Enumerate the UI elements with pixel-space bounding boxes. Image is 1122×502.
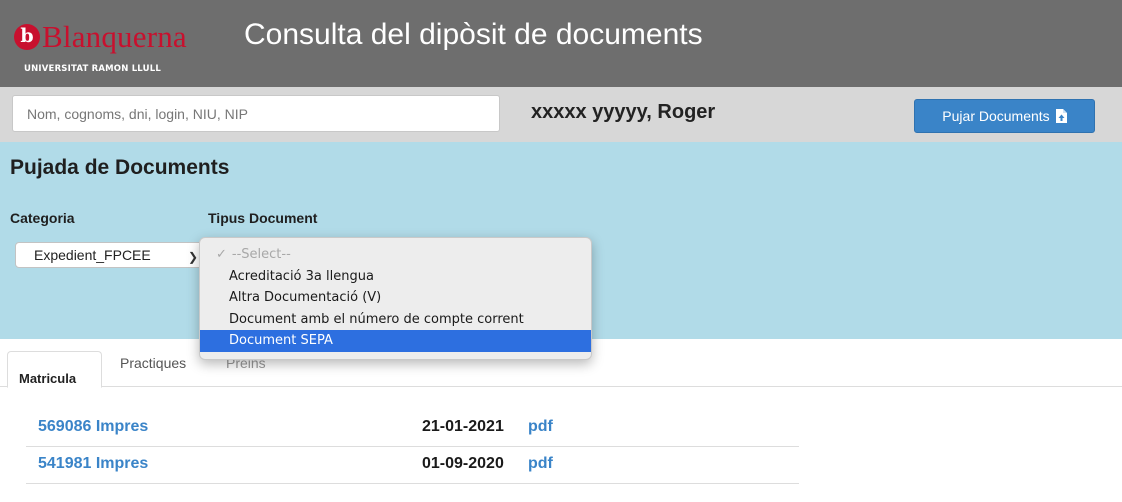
document-date: 21-01-2021: [422, 418, 504, 435]
pdf-link[interactable]: pdf: [528, 418, 553, 436]
blanquerna-logo[interactable]: b Blanquerna UNIVERSITAT RAMON LLULL: [14, 20, 214, 80]
tab-practiques[interactable]: Practiques: [120, 353, 186, 390]
dropdown-option[interactable]: Altra Documentació (V): [200, 287, 591, 309]
document-type-label: Tipus Document: [208, 210, 318, 226]
upload-documents-button[interactable]: Pujar Documents: [914, 99, 1095, 133]
dropdown-option[interactable]: Document amb el número de compte corrent: [200, 309, 591, 331]
user-toolbar: xxxxx yyyyy, Roger Pujar Documents: [0, 87, 1122, 142]
tab-matricula[interactable]: Matricula: [7, 351, 102, 388]
table-row: 541981 Impres 01-09-2020 pdf: [26, 447, 799, 484]
logo-wordmark: Blanquerna: [42, 19, 187, 54]
upload-panel-title: Pujada de Documents: [10, 156, 230, 179]
category-select[interactable]: Expedient_FPCEE ❯: [15, 242, 205, 268]
student-search-input[interactable]: [12, 95, 500, 132]
document-date: 01-09-2020: [422, 455, 504, 472]
documents-list: 569086 Impres 21-01-2021 pdf 541981 Impr…: [26, 410, 799, 484]
table-row: 569086 Impres 21-01-2021 pdf: [26, 410, 799, 447]
category-select-value: Expedient_FPCEE: [34, 247, 151, 263]
category-label: Categoria: [10, 210, 75, 226]
dropdown-option-select[interactable]: ✓ --Select--: [200, 244, 591, 266]
document-link[interactable]: 569086 Impres: [38, 418, 148, 436]
logo-badge: b: [14, 24, 40, 50]
document-type-dropdown[interactable]: ✓ --Select-- Acreditació 3a llengua Altra…: [199, 237, 592, 360]
page-title: Consulta del dipòsit de documents: [244, 18, 703, 51]
dropdown-option-label: --Select--: [231, 247, 291, 262]
pdf-link[interactable]: pdf: [528, 455, 553, 473]
dropdown-option-highlighted[interactable]: Document SEPA: [200, 330, 591, 352]
chevron-down-icon: ❯: [187, 250, 198, 264]
dropdown-option[interactable]: Acreditació 3a llengua: [200, 266, 591, 288]
logo-subtitle: UNIVERSITAT RAMON LLULL: [24, 64, 161, 74]
upload-button-label: Pujar Documents: [942, 108, 1050, 124]
app-header: b Blanquerna UNIVERSITAT RAMON LLULL Con…: [0, 0, 1122, 87]
selected-user-name: xxxxx yyyyy, Roger: [531, 101, 716, 123]
document-link[interactable]: 541981 Impres: [38, 455, 148, 473]
checkmark-icon: ✓: [216, 247, 227, 262]
file-upload-icon: [1055, 109, 1067, 123]
